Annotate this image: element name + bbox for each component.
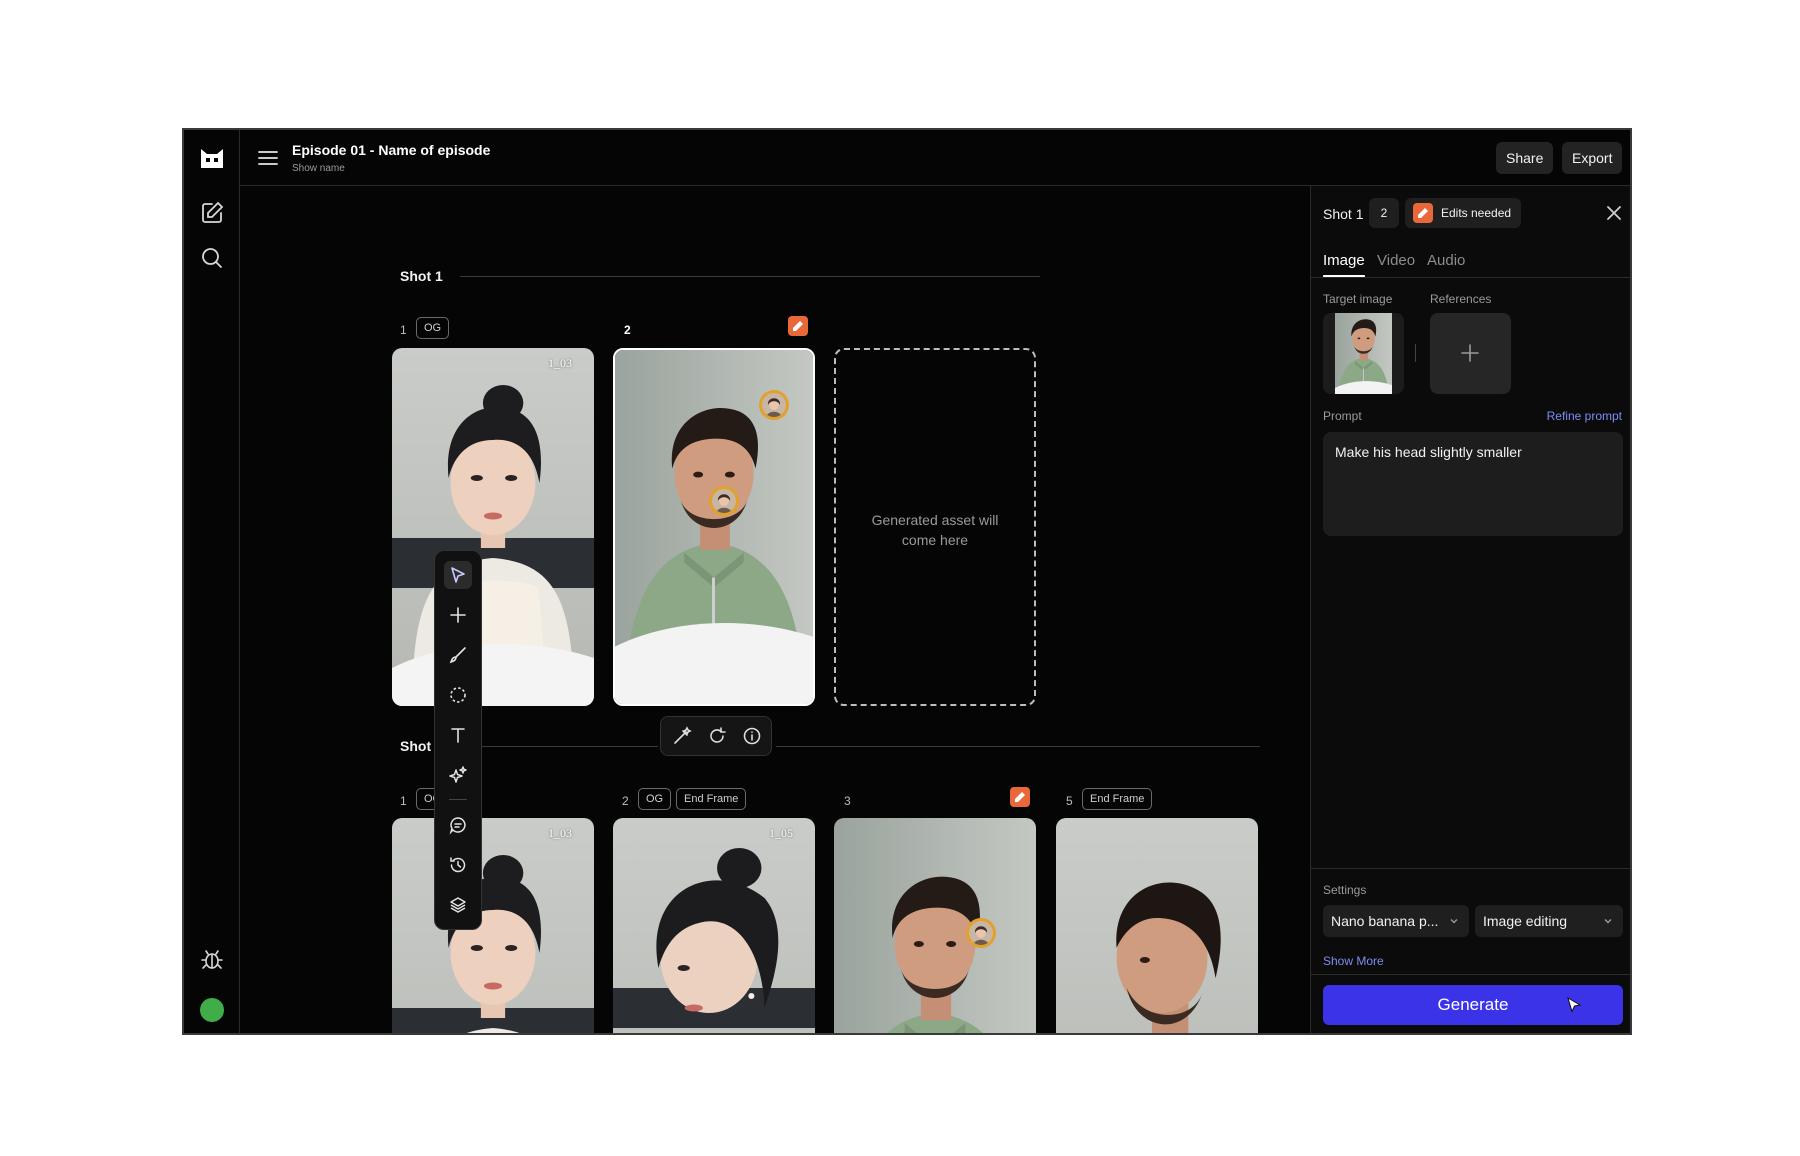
add-tool-icon[interactable] <box>444 601 472 629</box>
end-frame-tag: End Frame <box>1082 788 1153 810</box>
shot-divider <box>462 746 658 747</box>
frame-thumbnail[interactable] <box>1056 818 1258 1035</box>
frame-image-label: 1_03 <box>548 356 572 370</box>
end-frame-tag: End Frame <box>676 788 747 810</box>
toolbar-divider <box>449 799 467 800</box>
layers-icon[interactable] <box>444 891 472 919</box>
share-button[interactable]: Share <box>1496 142 1554 174</box>
mouse-cursor-icon <box>1567 996 1582 1013</box>
brush-tool-icon[interactable] <box>444 641 472 669</box>
frame-thumbnail[interactable]: 1_03 <box>392 348 594 706</box>
frame-number: 3 <box>844 794 851 808</box>
target-image-thumbnail[interactable] <box>1323 313 1404 394</box>
pencil-icon <box>793 321 803 331</box>
generate-divider <box>1311 974 1630 975</box>
tab-audio[interactable]: Audio <box>1427 252 1465 269</box>
frame-number: 5 <box>1066 794 1073 808</box>
character-badge[interactable] <box>759 390 789 420</box>
prompt-input[interactable]: Make his head slightly smaller <box>1323 432 1623 536</box>
status-text: Edits needed <box>1441 206 1512 220</box>
storyboard-canvas[interactable]: Shot 1 1 OG 1_03 2 Generated asset will … <box>240 186 1310 1035</box>
select-tool-icon[interactable] <box>444 561 472 589</box>
frame-count-badge: 2 <box>1369 198 1399 228</box>
app-window: Episode 01 - Name of episode Show name S… <box>182 128 1632 1035</box>
magic-edit-icon[interactable] <box>671 725 693 747</box>
plus-icon <box>1461 344 1479 362</box>
frame-image <box>392 818 594 1035</box>
chevron-down-icon <box>1450 919 1458 924</box>
target-image-label: Target image <box>1323 292 1393 306</box>
add-reference-button[interactable] <box>1430 313 1511 394</box>
top-bar: Episode 01 - Name of episode Show name S… <box>240 130 1630 186</box>
model-select[interactable]: Nano banana p... <box>1323 905 1469 937</box>
app-logo-icon[interactable] <box>198 144 226 172</box>
show-more-link[interactable]: Show More <box>1323 954 1384 968</box>
pencil-icon <box>1413 203 1433 223</box>
frame-image-label: 1_05 <box>769 826 793 840</box>
edit-needed-badge[interactable] <box>788 316 808 336</box>
show-name: Show name <box>292 163 345 174</box>
user-avatar[interactable] <box>200 998 224 1022</box>
generated-asset-placeholder: Generated asset will come here <box>834 348 1036 706</box>
og-tag: OG <box>416 317 450 339</box>
frame-thumbnail[interactable]: 1_03 <box>392 818 594 1035</box>
status-badge[interactable]: Edits needed <box>1405 198 1522 228</box>
frame-number: 2 <box>622 794 629 808</box>
frame-image-label: 1_03 <box>548 826 572 840</box>
frame-thumbnail[interactable]: 1_05 <box>613 818 815 1035</box>
settings-label: Settings <box>1323 883 1367 897</box>
chevron-down-icon <box>1604 919 1612 924</box>
bug-report-icon[interactable] <box>198 945 226 973</box>
generate-button[interactable]: Generate <box>1323 985 1623 1025</box>
frame-number: 2 <box>624 323 631 337</box>
panel-shot-label: Shot 1 <box>1323 206 1364 222</box>
close-icon[interactable] <box>1603 202 1625 224</box>
frame-action-bar <box>660 716 772 756</box>
prompt-label: Prompt <box>1323 409 1362 423</box>
tab-image[interactable]: Image <box>1323 252 1365 269</box>
thumbnail-divider <box>1415 344 1416 362</box>
tools-toolbar <box>434 550 482 930</box>
character-badge[interactable] <box>709 486 739 516</box>
tabs-divider <box>1311 277 1630 278</box>
left-rail <box>184 130 240 1033</box>
shot-detail-panel: Shot 1 2 Edits needed Image Video Audio … <box>1310 186 1630 1033</box>
comment-icon[interactable] <box>444 811 472 839</box>
frame-thumbnail[interactable] <box>834 818 1036 1035</box>
mode-select-value: Image editing <box>1483 913 1568 929</box>
text-tool-icon[interactable] <box>444 721 472 749</box>
edit-needed-badge[interactable] <box>1010 787 1030 807</box>
tab-video[interactable]: Video <box>1377 252 1415 269</box>
frame-number: 1 <box>400 794 407 808</box>
generate-label: Generate <box>1437 995 1509 1014</box>
hamburger-menu-icon[interactable] <box>256 146 280 170</box>
references-label: References <box>1430 292 1492 306</box>
pencil-icon <box>1015 792 1025 802</box>
episode-title[interactable]: Episode 01 - Name of episode <box>292 142 490 158</box>
frame-image <box>1056 818 1258 1035</box>
shot-divider <box>776 746 1260 747</box>
history-icon[interactable] <box>444 851 472 879</box>
placeholder-text: Generated asset will come here <box>871 512 999 548</box>
shot-title: Shot 1 <box>400 268 443 284</box>
frame-image <box>392 348 594 706</box>
frame-image <box>613 818 815 1035</box>
frame-number: 1 <box>400 323 407 337</box>
og-tag: OG <box>638 788 672 810</box>
regenerate-icon[interactable] <box>706 725 728 747</box>
settings-divider <box>1311 868 1630 869</box>
info-icon[interactable] <box>741 725 763 747</box>
refine-prompt-link[interactable]: Refine prompt <box>1547 409 1622 423</box>
shot-divider <box>460 276 1040 277</box>
model-select-value: Nano banana p... <box>1331 913 1439 929</box>
character-badge[interactable] <box>966 918 996 948</box>
export-button[interactable]: Export <box>1562 142 1623 174</box>
ai-sparkle-icon[interactable] <box>444 761 472 789</box>
frame-image <box>834 818 1036 1035</box>
frame-thumbnail-selected[interactable] <box>613 348 815 706</box>
lasso-select-icon[interactable] <box>444 681 472 709</box>
search-icon[interactable] <box>198 244 226 272</box>
mode-select[interactable]: Image editing <box>1475 905 1623 937</box>
new-edit-icon[interactable] <box>198 199 226 227</box>
